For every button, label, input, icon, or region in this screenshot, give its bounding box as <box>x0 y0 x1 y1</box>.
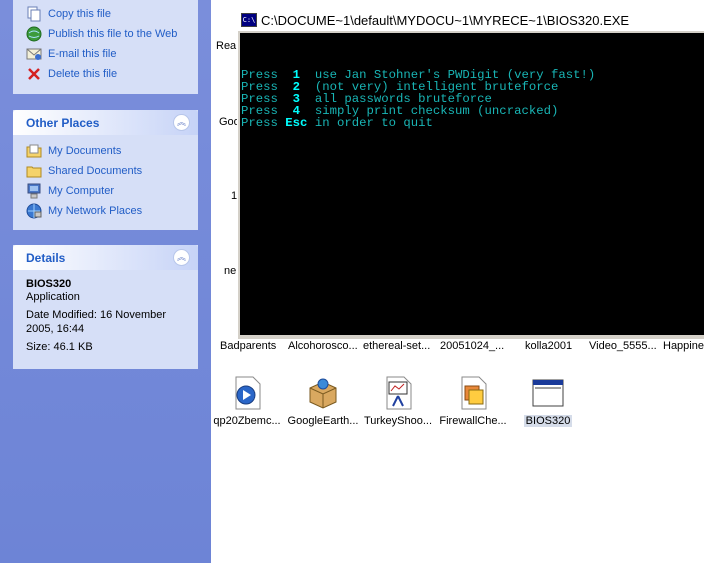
my-computer-icon <box>25 183 43 199</box>
installer-box-icon <box>306 376 340 410</box>
console-window[interactable]: C:\ C:\DOCUME~1\default\MYDOCU~1\MYRECE~… <box>237 8 704 339</box>
file-item[interactable]: TurkeyShoo... <box>359 376 437 427</box>
key-text: Esc <box>285 116 308 130</box>
setup-file-icon <box>456 376 490 410</box>
press-text: Press <box>241 116 278 130</box>
details-header[interactable]: Details ︽ <box>13 245 198 270</box>
file-label[interactable]: Happines <box>663 340 704 352</box>
other-places-header[interactable]: Other Places ︽ <box>13 110 198 135</box>
file-tasks-panel: Copy this file Publish this file to the … <box>13 0 198 94</box>
copy-file-task[interactable]: Copy this file <box>25 4 186 24</box>
console-line: Press Esc in order to quit <box>241 117 704 129</box>
network-places-icon <box>25 203 43 219</box>
option-text: in order to quit <box>314 116 433 130</box>
file-item[interactable]: FirewallChe... <box>434 376 512 427</box>
details-title: Details <box>26 250 66 265</box>
folder-icon <box>25 163 43 179</box>
application-window-icon <box>531 376 565 410</box>
partial-file-label[interactable]: ne <box>224 265 236 277</box>
details-file-type: Application <box>26 291 80 303</box>
details-date-modified: Date Modified: 16 November <box>26 309 167 321</box>
details-date-modified-cont: 2005, 16:44 <box>26 323 85 335</box>
place-my-documents[interactable]: My Documents <box>25 141 186 161</box>
other-places-title: Other Places <box>26 115 100 130</box>
file-name: qp20Zbemc... <box>213 415 281 427</box>
email-icon <box>25 46 43 62</box>
place-label: My Network Places <box>48 205 143 217</box>
place-label: My Documents <box>48 145 122 157</box>
publish-web-label: Publish this file to the Web <box>48 28 178 40</box>
file-name: GoogleEarth... <box>287 415 359 427</box>
collapse-icon[interactable]: ︽ <box>173 114 190 131</box>
other-places-panel: Other Places ︽ My Documents Shared Docum… <box>13 110 198 230</box>
console-title-bar[interactable]: C:\ C:\DOCUME~1\default\MYDOCU~1\MYRECE~… <box>238 9 704 31</box>
copy-file-label: Copy this file <box>48 8 111 20</box>
details-file-size: Size: 46.1 KB <box>26 341 93 353</box>
file-name: FirewallChe... <box>439 415 507 427</box>
file-label[interactable]: 20051024_... <box>440 340 504 352</box>
file-label[interactable]: kolla2001 <box>525 340 572 352</box>
collapse-icon[interactable]: ︽ <box>173 249 190 266</box>
details-file-name: BIOS320 <box>26 278 72 290</box>
details-panel: Details ︽ BIOS320 Application Date Modif… <box>13 245 198 369</box>
file-label[interactable]: Badparents <box>220 340 276 352</box>
file-item[interactable]: GoogleEarth... <box>284 376 362 427</box>
task-pane: Copy this file Publish this file to the … <box>0 0 211 563</box>
publish-web-icon <box>25 26 43 42</box>
delete-file-task[interactable]: Delete this file <box>25 64 186 84</box>
console-app-icon[interactable]: C:\ <box>241 13 257 27</box>
delete-icon <box>25 66 43 82</box>
media-file-icon <box>230 376 264 410</box>
place-label: My Computer <box>48 185 115 197</box>
place-shared-documents[interactable]: Shared Documents <box>25 161 186 181</box>
email-file-task[interactable]: E-mail this file <box>25 44 186 64</box>
place-network-places[interactable]: My Network Places <box>25 201 186 221</box>
my-documents-icon <box>25 143 43 159</box>
console-title: C:\DOCUME~1\default\MYDOCU~1\MYRECE~1\BI… <box>261 12 630 28</box>
file-label[interactable]: ethereal-set... <box>363 340 430 352</box>
file-name: BIOS320 <box>523 415 573 427</box>
file-label[interactable]: Video_5555... <box>589 340 657 352</box>
place-label: Shared Documents <box>48 165 143 177</box>
console-output[interactable]: Press 1 use Jan Stohner's PWDigit (very … <box>240 33 704 335</box>
place-my-computer[interactable]: My Computer <box>25 181 186 201</box>
publish-web-task[interactable]: Publish this file to the Web <box>25 24 186 44</box>
file-label[interactable]: Alcohorosco... <box>288 340 358 352</box>
delete-file-label: Delete this file <box>48 68 118 80</box>
file-item[interactable]: qp20Zbemc... <box>208 376 286 427</box>
copy-icon <box>25 6 43 22</box>
presentation-file-icon <box>381 376 415 410</box>
partial-file-label[interactable]: Rea <box>216 40 236 52</box>
file-item-selected[interactable]: BIOS320 <box>509 376 587 430</box>
file-name: TurkeyShoo... <box>363 415 433 427</box>
email-file-label: E-mail this file <box>48 48 117 60</box>
